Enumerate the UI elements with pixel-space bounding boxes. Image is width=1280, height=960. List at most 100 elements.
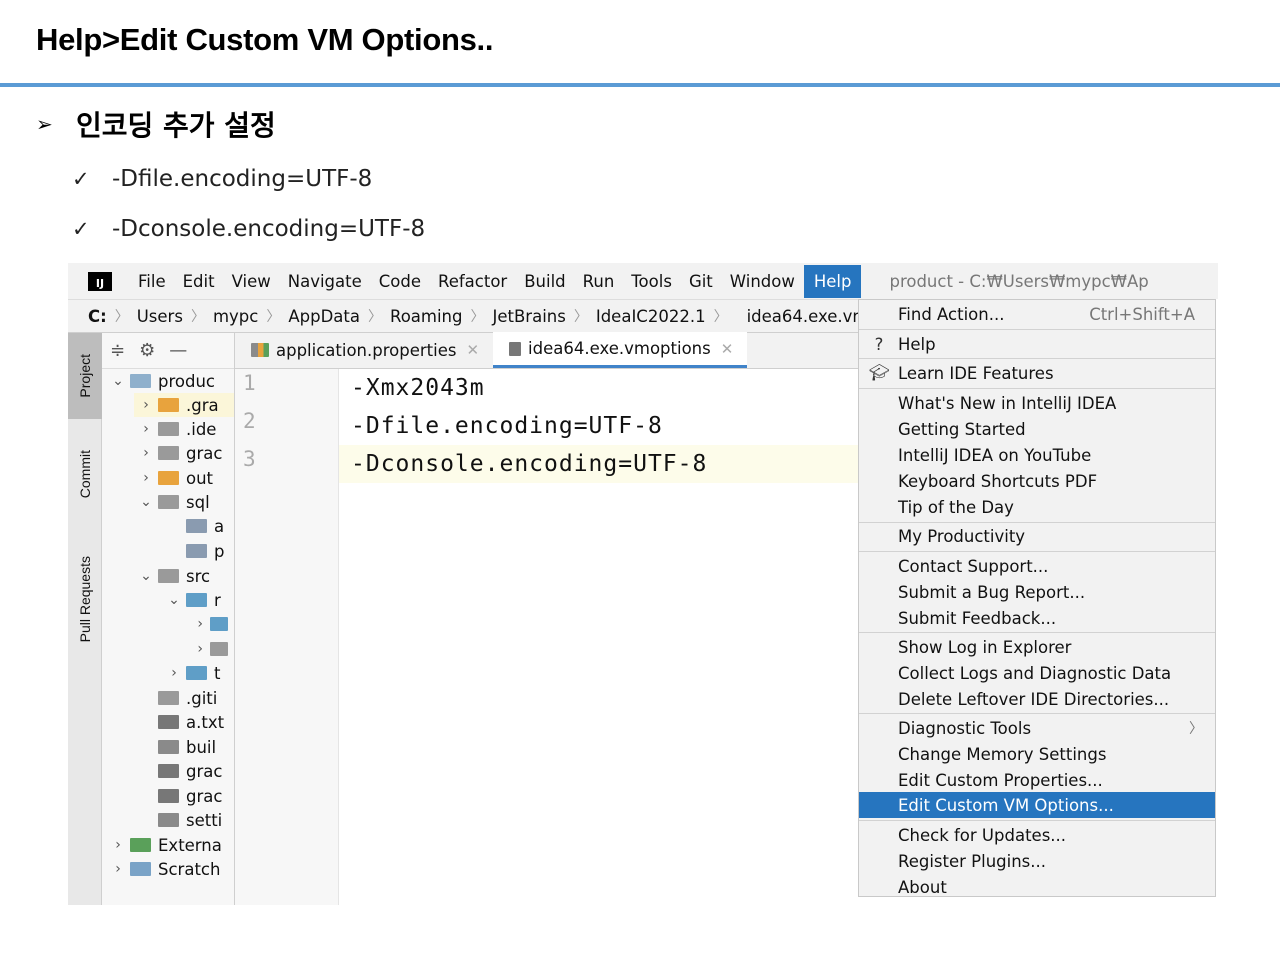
tree-item-label: setti [186, 810, 223, 830]
tree-item[interactable]: ⌄ sql [134, 490, 234, 514]
collapse-all-icon[interactable]: ≑ [110, 340, 125, 361]
tree-item[interactable]: .giti [134, 686, 234, 710]
menu-item-about[interactable]: About [859, 874, 1215, 900]
tree-item[interactable]: ⌄ produc [106, 369, 234, 393]
tree-item[interactable]: p [162, 539, 234, 563]
menu-item-help[interactable]: ? Help [859, 331, 1215, 357]
chevron-right-icon[interactable]: › [134, 445, 158, 461]
menu-refactor[interactable]: Refactor [438, 272, 507, 291]
breadcrumb-item[interactable]: mypc [213, 307, 258, 326]
tree-item[interactable]: grac [134, 759, 234, 783]
menu-item-check-updates[interactable]: Check for Updates... [859, 822, 1215, 848]
chevron-down-icon[interactable]: ⌄ [134, 494, 158, 510]
menu-view[interactable]: View [232, 272, 271, 291]
menu-item-delete-leftover-dirs[interactable]: Delete Leftover IDE Directories... [859, 686, 1215, 712]
breadcrumb-item[interactable]: Users [137, 307, 183, 326]
breadcrumb-item[interactable]: idea64.exe.vm [747, 307, 860, 326]
menu-item-edit-custom-vm-options[interactable]: Edit Custom VM Options... [859, 792, 1215, 818]
menu-item-register-plugins[interactable]: Register Plugins... [859, 848, 1215, 874]
tree-item-label: grac [186, 443, 223, 463]
menu-item-find-action[interactable]: Find Action... Ctrl+Shift+A [859, 301, 1215, 327]
tab-idea64-vmoptions[interactable]: idea64.exe.vmoptions ✕ [493, 332, 748, 368]
menu-build[interactable]: Build [524, 272, 565, 291]
tree-item[interactable]: ⌄ src [134, 564, 234, 588]
code-line-current[interactable]: -Dconsole.encoding=UTF-8 [339, 445, 860, 483]
menu-item-change-memory[interactable]: Change Memory Settings [859, 741, 1215, 767]
menu-item-keyboard-shortcuts[interactable]: Keyboard Shortcuts PDF [859, 468, 1215, 494]
breadcrumb-item[interactable]: C: [88, 307, 107, 326]
chevron-right-icon[interactable]: › [134, 397, 158, 413]
menu-item-show-log[interactable]: Show Log in Explorer [859, 634, 1215, 660]
menu-navigate[interactable]: Navigate [288, 272, 362, 291]
tree-item[interactable]: › .gra [134, 393, 234, 417]
tree-item-label: out [186, 468, 214, 488]
chevron-down-icon[interactable]: ⌄ [106, 373, 130, 389]
menu-git[interactable]: Git [689, 272, 713, 291]
menu-item-edit-custom-properties[interactable]: Edit Custom Properties... [859, 767, 1215, 793]
chevron-right-icon: 〉 [266, 309, 281, 325]
tree-item[interactable]: › Scratch [106, 857, 234, 881]
tree-item[interactable]: › Externa [106, 833, 234, 857]
chevron-down-icon[interactable]: ⌄ [134, 568, 158, 584]
menu-code[interactable]: Code [379, 272, 421, 291]
minimize-icon[interactable]: — [169, 340, 187, 361]
menu-item-whats-new[interactable]: What's New in IntelliJ IDEA [859, 390, 1215, 416]
tree-item[interactable]: › [190, 637, 234, 661]
menu-item-submit-feedback[interactable]: Submit Feedback... [859, 605, 1215, 631]
tool-tab-commit[interactable]: Commit [68, 429, 102, 519]
tab-application-properties[interactable]: application.properties ✕ [235, 332, 493, 368]
close-icon[interactable]: ✕ [721, 340, 734, 358]
chevron-right-icon[interactable]: › [190, 616, 210, 632]
menu-item-my-productivity[interactable]: My Productivity [859, 523, 1215, 549]
close-icon[interactable]: ✕ [466, 341, 479, 359]
menu-edit[interactable]: Edit [183, 272, 215, 291]
tree-item[interactable]: a [162, 514, 234, 538]
tree-item[interactable]: › .ide [134, 417, 234, 441]
line-number: 3 [243, 447, 256, 471]
tree-item[interactable]: › [190, 612, 234, 636]
tree-item[interactable]: setti [134, 808, 234, 832]
menu-item-diagnostic-tools[interactable]: Diagnostic Tools 〉 [859, 715, 1215, 741]
menu-help[interactable]: Help [803, 264, 862, 298]
chevron-down-icon[interactable]: ⌄ [162, 592, 186, 608]
tool-tab-project[interactable]: Project [68, 333, 102, 419]
chevron-right-icon[interactable]: › [134, 470, 158, 486]
breadcrumb-item[interactable]: JetBrains [493, 307, 566, 326]
menu-item-label: Learn IDE Features [898, 363, 1054, 383]
tree-item[interactable]: grac [134, 784, 234, 808]
chevron-right-icon[interactable]: › [134, 421, 158, 437]
menu-item-contact-support[interactable]: Contact Support... [859, 553, 1215, 579]
menu-file[interactable]: File [138, 272, 166, 291]
chevron-right-icon[interactable]: › [190, 641, 210, 657]
menu-run[interactable]: Run [583, 272, 615, 291]
tree-item[interactable]: › t [162, 661, 234, 685]
tree-item[interactable]: a.txt [134, 710, 234, 734]
menu-tools[interactable]: Tools [631, 272, 672, 291]
gear-icon[interactable]: ⚙ [139, 340, 155, 361]
code-line[interactable]: -Dfile.encoding=UTF-8 [339, 407, 860, 445]
breadcrumb-item[interactable]: Roaming [390, 307, 463, 326]
code-line[interactable]: -Xmx2043m [339, 369, 860, 407]
line-number: 2 [243, 409, 256, 433]
menu-item-getting-started[interactable]: Getting Started [859, 416, 1215, 442]
question-mark-icon: ? [874, 334, 884, 354]
menu-item-youtube[interactable]: IntelliJ IDEA on YouTube [859, 442, 1215, 468]
tree-item[interactable]: › out [134, 466, 234, 490]
chevron-right-icon[interactable]: › [106, 861, 130, 877]
chevron-right-icon[interactable]: › [162, 665, 186, 681]
chevron-right-icon[interactable]: › [106, 837, 130, 853]
tab-label: idea64.exe.vmoptions [528, 339, 711, 358]
tree-item[interactable]: ⌄ r [162, 588, 234, 612]
tree-item[interactable]: buil [134, 735, 234, 759]
tree-item[interactable]: › grac [134, 441, 234, 465]
breadcrumb-item[interactable]: AppData [288, 307, 360, 326]
tool-tab-label: Commit [77, 449, 93, 499]
tool-tab-pull-requests[interactable]: Pull Requests [68, 529, 102, 669]
menu-item-collect-logs[interactable]: Collect Logs and Diagnostic Data [859, 660, 1215, 686]
tree-item-label: p [214, 541, 225, 561]
breadcrumb-item[interactable]: IdeaIC2022.1 [596, 307, 706, 326]
menu-item-tip-of-the-day[interactable]: Tip of the Day [859, 494, 1215, 520]
menu-item-learn-ide-features[interactable]: 🎓︎ Learn IDE Features [859, 360, 1215, 386]
menu-item-submit-bug-report[interactable]: Submit a Bug Report... [859, 579, 1215, 605]
menu-window[interactable]: Window [730, 272, 795, 291]
